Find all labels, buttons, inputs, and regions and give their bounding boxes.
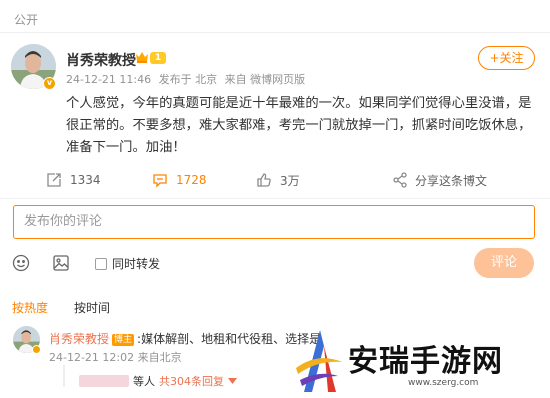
- comment-icon: [153, 174, 167, 188]
- also-repost-label: 同时转发: [112, 257, 161, 271]
- author-tag: 博主: [112, 334, 135, 346]
- follow-button[interactable]: +关注: [478, 46, 535, 70]
- repost-icon: [47, 173, 61, 187]
- verified-icon: [32, 345, 41, 354]
- share-button[interactable]: 分享这条博文: [393, 168, 487, 192]
- image-icon[interactable]: [52, 254, 70, 272]
- tab-sort-hot[interactable]: 按热度: [12, 299, 48, 316]
- divider: [0, 32, 550, 33]
- comment-meta: 24-12-21 12:02 来自北京: [49, 349, 182, 365]
- post-content: 个人感觉，今年的真题可能是近十年最难的一次。如果同学们觉得心里没谱，是很正常的。…: [66, 96, 532, 155]
- reply-thread-line: [63, 365, 65, 387]
- post-actions: 1334 1728 3万 分享这条博文: [0, 168, 550, 192]
- share-icon: [393, 172, 407, 188]
- post-author[interactable]: 肖秀荣教授: [66, 50, 136, 70]
- submit-comment-button[interactable]: 评论: [474, 248, 534, 278]
- verified-icon: v: [43, 77, 56, 90]
- crown-icon: [136, 52, 148, 63]
- like-count: 3万: [280, 173, 300, 188]
- post-time[interactable]: 24-12-21 11:46: [66, 73, 151, 86]
- watermark-url: www.szerg.com: [408, 378, 479, 388]
- also-repost-checkbox[interactable]: [95, 257, 107, 270]
- repost-button[interactable]: 1334: [46, 168, 101, 192]
- comment-count: 1728: [176, 173, 207, 187]
- comment-author[interactable]: 肖秀荣教授: [49, 332, 109, 346]
- replies-count-link[interactable]: 共304条回复: [159, 373, 224, 389]
- visibility-label: 公开: [14, 13, 39, 27]
- level-badge: 1: [150, 52, 166, 64]
- chevron-down-icon[interactable]: [228, 378, 237, 384]
- like-button[interactable]: 3万: [256, 168, 300, 192]
- divider: [0, 198, 550, 199]
- share-label: 分享这条博文: [415, 173, 488, 188]
- post-source: 来自 微博网页版: [224, 73, 306, 86]
- comment-input[interactable]: 发布你的评论: [13, 205, 535, 239]
- tab-sort-time[interactable]: 按时间: [74, 299, 110, 316]
- post-meta: 24-12-21 11:46 发布于 北京 来自 微博网页版: [66, 71, 309, 87]
- logo-icon: [296, 330, 342, 392]
- replies-prefix: 等人: [133, 375, 155, 388]
- comment-body: 肖秀荣教授 博主:媒体解剖、地租和代役租、选择是: [49, 330, 321, 347]
- comment-location: 来自北京: [137, 351, 182, 364]
- comment-time: 24-12-21 12:02: [49, 351, 135, 364]
- post-location: 发布于 北京: [158, 73, 218, 86]
- also-repost-option[interactable]: 同时转发: [95, 255, 160, 272]
- emoji-icon[interactable]: [12, 254, 30, 272]
- repost-count: 1334: [70, 173, 101, 187]
- watermark: 安瑞手游网 www.szerg.com: [290, 322, 550, 398]
- like-icon: [257, 173, 271, 187]
- watermark-text: 安瑞手游网: [348, 344, 503, 379]
- comment-replies: 等人 共304条回复: [79, 373, 237, 389]
- comment-button[interactable]: 1728: [152, 168, 207, 192]
- replier-names: [79, 375, 129, 387]
